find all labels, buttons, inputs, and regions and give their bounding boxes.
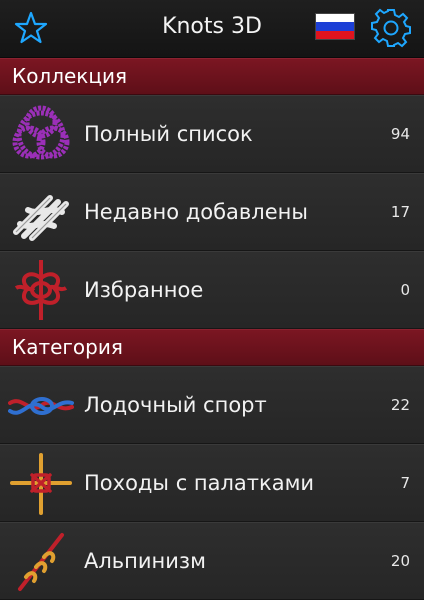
list-item-label: Полный список [84,122,253,146]
list-item-count: 22 [390,396,410,414]
top-bar: Knots 3D [0,0,424,58]
list-item-count: 0 [400,281,410,299]
decorative-knot-icon [14,260,68,320]
list-item-recently-added[interactable]: Недавно добавлены 17 [0,173,424,251]
list-item-label: Избранное [84,278,204,302]
list-item-camping[interactable]: Походы с палатками 7 [0,444,424,522]
settings-gear-icon[interactable] [371,8,411,48]
camping-knot-icon [10,453,72,515]
list-item-favorites[interactable]: Избранное 0 [0,251,424,329]
list-item-label: Альпинизм [84,549,206,573]
list-item-boating[interactable]: Лодочный спорт 22 [0,366,424,444]
language-flag-icon[interactable] [315,13,355,40]
climbing-knot-icon [18,533,64,591]
list-item-count: 94 [390,125,410,143]
list-item-label: Лодочный спорт [84,393,267,417]
list-item-count: 20 [390,552,410,570]
list-item-label: Походы с палатками [84,471,315,495]
celtic-knot-icon [12,105,70,160]
app-title: Knots 3D [162,14,262,39]
section-collection-header: Коллекция [0,58,424,95]
section-category-header: Категория [0,329,424,366]
list-item-count: 7 [400,474,410,492]
boating-knot-icon [8,397,74,415]
braided-knot-icon [13,195,69,241]
list-item-count: 17 [390,203,410,221]
list-item-label: Недавно добавлены [84,200,308,224]
list-item-climbing[interactable]: Альпинизм 20 [0,522,424,600]
list-item-full-list[interactable]: Полный список 94 [0,95,424,173]
